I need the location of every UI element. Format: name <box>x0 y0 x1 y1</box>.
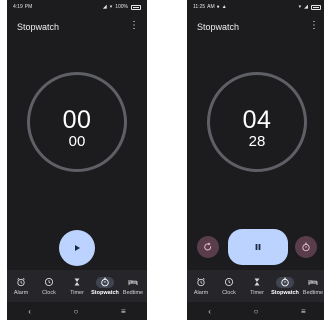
nav-label-alarm: Alarm <box>193 289 209 296</box>
stopwatch-icon <box>281 277 289 287</box>
phone-screen-running: 11:25 AM ● ▲ ▾ ◢ Stopwatch ⋮ 04 28 Alarm… <box>187 0 324 320</box>
nav-label-alarm: Alarm <box>13 289 29 296</box>
hourglass-icon <box>254 278 260 286</box>
recents-button[interactable]: ≡ <box>301 307 306 316</box>
back-button[interactable]: ‹ <box>28 307 31 316</box>
pause-button[interactable] <box>228 229 288 265</box>
lap-icon <box>302 242 310 252</box>
bottom-nav: Alarm Clock Timer Stopwatch Bedtime <box>7 270 147 302</box>
bed-icon <box>308 280 318 285</box>
recents-button[interactable]: ≡ <box>121 307 126 316</box>
reset-icon <box>204 242 212 251</box>
notification-icon: ● <box>216 3 220 10</box>
status-ampm: PM <box>24 4 33 10</box>
alarm-icon <box>197 277 205 287</box>
status-time: 11:25 <box>193 4 206 10</box>
play-icon <box>75 245 80 251</box>
wifi-icon: ▾ <box>109 3 113 10</box>
status-time: 4:19 <box>13 4 23 10</box>
reset-button[interactable] <box>197 236 219 258</box>
home-button[interactable]: ○ <box>74 307 79 316</box>
nav-item-bedtime[interactable]: Bedtime <box>299 270 324 302</box>
battery-icon <box>131 4 141 10</box>
page-title: Stopwatch <box>197 22 240 32</box>
pause-icon <box>255 244 261 250</box>
hourglass-icon <box>74 278 80 286</box>
phone-screen-stopped: 4:19 PM ◢ ▾ 100% Stopwatch ⋮ 00 00 Alarm… <box>7 0 147 320</box>
signal-icon: ◢ <box>304 3 308 10</box>
nav-label-stopwatch: Stopwatch <box>91 289 119 296</box>
nav-item-stopwatch[interactable]: Stopwatch <box>91 270 119 302</box>
status-ampm: AM <box>207 4 215 10</box>
system-nav-bar: ‹ ○ ≡ <box>7 303 147 320</box>
nav-item-alarm[interactable]: Alarm <box>187 270 215 302</box>
nav-label-clock: Clock <box>42 289 56 296</box>
alert-icon: ▲ <box>221 3 227 10</box>
nav-label-stopwatch: Stopwatch <box>271 289 299 296</box>
back-button[interactable]: ‹ <box>208 307 211 316</box>
nav-item-timer[interactable]: Timer <box>63 270 91 302</box>
bed-icon <box>128 280 138 285</box>
elapsed-seconds: 00 <box>62 106 92 134</box>
nav-label-bedtime: Bedtime <box>122 289 144 296</box>
overflow-menu-icon[interactable]: ⋮ <box>129 20 139 31</box>
nav-item-bedtime[interactable]: Bedtime <box>119 270 147 302</box>
alarm-icon <box>17 277 25 287</box>
nav-item-alarm[interactable]: Alarm <box>7 270 35 302</box>
nav-label-timer: Timer <box>250 289 264 296</box>
start-button[interactable] <box>59 230 95 266</box>
nav-item-timer[interactable]: Timer <box>243 270 271 302</box>
nav-item-clock[interactable]: Clock <box>215 270 243 302</box>
page-title: Stopwatch <box>17 22 60 32</box>
stopwatch-icon <box>101 277 109 287</box>
elapsed-seconds: 04 <box>242 106 272 134</box>
status-bar: 11:25 AM ● ▲ ▾ ◢ <box>187 0 324 14</box>
lap-button[interactable] <box>295 236 317 258</box>
bottom-nav: Alarm Clock Timer Stopwatch Bedtime <box>187 270 324 302</box>
clock-icon <box>224 277 234 287</box>
system-nav-bar: ‹ ○ ≡ <box>187 303 324 320</box>
elapsed-hundredths: 00 <box>68 133 86 150</box>
elapsed-hundredths: 28 <box>248 133 266 150</box>
home-button[interactable]: ○ <box>254 307 259 316</box>
nav-label-bedtime: Bedtime <box>302 289 324 296</box>
battery-icon <box>311 4 321 10</box>
battery-percent: 100% <box>115 4 128 10</box>
nav-item-stopwatch[interactable]: Stopwatch <box>271 270 299 302</box>
nav-item-clock[interactable]: Clock <box>35 270 63 302</box>
clock-icon <box>44 277 54 287</box>
signal-icon: ◢ <box>102 3 107 10</box>
nav-label-timer: Timer <box>70 289 84 296</box>
overflow-menu-icon[interactable]: ⋮ <box>309 20 319 31</box>
nav-label-clock: Clock <box>222 289 236 296</box>
status-bar: 4:19 PM ◢ ▾ 100% <box>7 0 147 14</box>
wifi-icon: ▾ <box>298 3 302 10</box>
